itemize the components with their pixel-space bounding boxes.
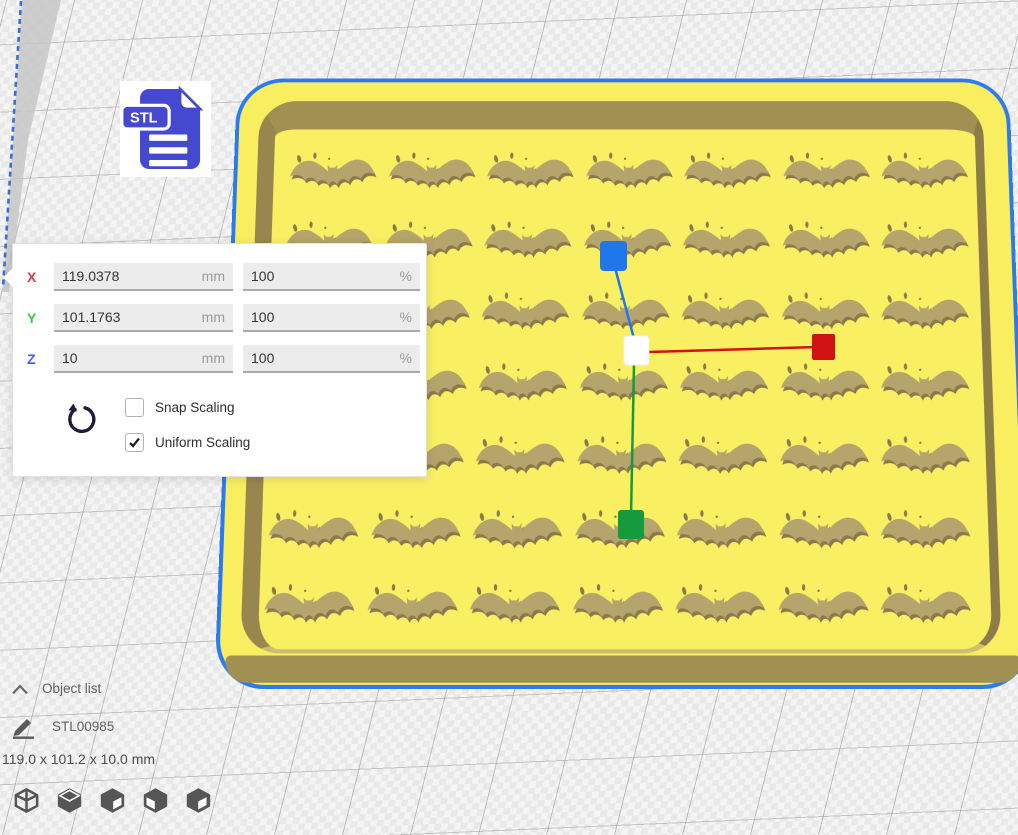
bat-shape	[676, 137, 776, 206]
bat-shape	[668, 493, 771, 567]
z-percent-value: 100	[251, 350, 274, 366]
view-front-icon[interactable]	[55, 786, 84, 815]
object-list-header: Object list	[42, 681, 101, 696]
x-size-field[interactable]: 119.0378 mm	[54, 263, 233, 291]
bat-shape	[475, 206, 577, 276]
bat-shape	[357, 568, 463, 643]
bat-shape	[770, 568, 873, 643]
bat-shape	[772, 420, 874, 493]
y-size-field[interactable]: 101.1763 mm	[54, 304, 233, 332]
y-percent-value: 100	[251, 309, 274, 325]
checkmark-icon	[128, 436, 141, 449]
uniform-scaling-label: Uniform Scaling	[155, 435, 250, 450]
object-list-item[interactable]: STL00985	[52, 719, 114, 734]
bat-shape	[775, 137, 874, 206]
bat-shape	[873, 568, 976, 643]
bat-shape	[667, 568, 771, 643]
y-percent-unit: %	[400, 309, 412, 325]
bat-shape	[874, 348, 975, 420]
stl-badge-label: STL	[130, 111, 158, 127]
bat-shape	[670, 420, 773, 493]
z-size-value: 10	[62, 350, 78, 366]
bat-shape	[577, 137, 677, 206]
z-percent-field[interactable]: 100 %	[243, 345, 420, 373]
bat-shape	[564, 568, 669, 643]
y-percent-field[interactable]: 100 %	[243, 304, 420, 332]
x-percent-value: 100	[251, 268, 274, 284]
bat-shape	[467, 420, 571, 493]
x-size-value: 119.0378	[62, 268, 119, 284]
bat-shape	[774, 206, 874, 276]
bat-shape	[771, 493, 874, 567]
bat-shape	[566, 493, 670, 567]
bat-shape	[874, 206, 974, 276]
z-size-unit: mm	[202, 350, 225, 366]
chevron-up-icon	[11, 683, 29, 696]
view-3d-icon[interactable]	[12, 786, 41, 815]
bat-shape	[460, 568, 565, 643]
bat-shape	[568, 420, 671, 493]
view-left-icon[interactable]	[141, 786, 170, 815]
x-percent-unit: %	[400, 268, 412, 284]
bat-shape	[361, 493, 466, 567]
bat-shape	[873, 420, 975, 493]
reset-scale-button[interactable]	[63, 402, 99, 438]
snap-scaling-checkbox[interactable]	[125, 398, 144, 417]
bat-shape	[873, 493, 975, 567]
edit-pencil-icon	[11, 717, 35, 739]
bat-shape	[464, 493, 569, 567]
stl-file-icon: STL	[120, 81, 211, 177]
bat-shape	[874, 137, 973, 206]
y-size-unit: mm	[202, 309, 225, 325]
bat-shape	[573, 277, 675, 348]
bat-shape	[575, 206, 676, 276]
x-axis-label: X	[27, 269, 54, 285]
bat-shape	[673, 277, 774, 348]
view-top-icon[interactable]	[98, 786, 127, 815]
model-outer-wall	[225, 656, 1018, 683]
view-right-icon[interactable]	[184, 786, 213, 815]
bat-shape	[773, 348, 874, 420]
bat-shape	[675, 206, 775, 276]
x-size-unit: mm	[202, 268, 225, 284]
uniform-scaling-checkbox[interactable]	[125, 433, 144, 452]
bat-shape	[379, 137, 481, 206]
y-axis-label: Y	[27, 310, 54, 326]
reset-rotate-icon	[63, 402, 99, 438]
bat-shape	[472, 277, 575, 348]
viewport-3d: STL X 119.0378 mm 100 % Y 101.1763 mm	[0, 0, 1018, 835]
bat-shape	[280, 137, 382, 206]
z-size-field[interactable]: 10 mm	[54, 345, 233, 373]
bat-shape	[259, 493, 365, 567]
model-dimensions-label: 119.0 x 101.2 x 10.0 mm	[2, 751, 155, 767]
object-list-toggle[interactable]	[11, 683, 29, 696]
z-axis-label: Z	[27, 351, 54, 367]
bat-shape	[874, 277, 974, 348]
bat-shape	[672, 348, 774, 420]
y-size-value: 101.1763	[62, 309, 120, 325]
x-percent-field[interactable]: 100 %	[243, 263, 420, 291]
z-percent-unit: %	[400, 350, 412, 366]
bat-shape	[470, 348, 573, 420]
view-toolbar	[12, 786, 213, 815]
bat-shape	[478, 137, 579, 206]
scale-tool-panel: X 119.0378 mm 100 % Y 101.1763 mm 100 % …	[12, 243, 427, 477]
bat-shape	[571, 348, 674, 420]
snap-scaling-label: Snap Scaling	[155, 400, 235, 415]
bat-shape	[773, 277, 874, 348]
bat-shape	[254, 568, 361, 643]
